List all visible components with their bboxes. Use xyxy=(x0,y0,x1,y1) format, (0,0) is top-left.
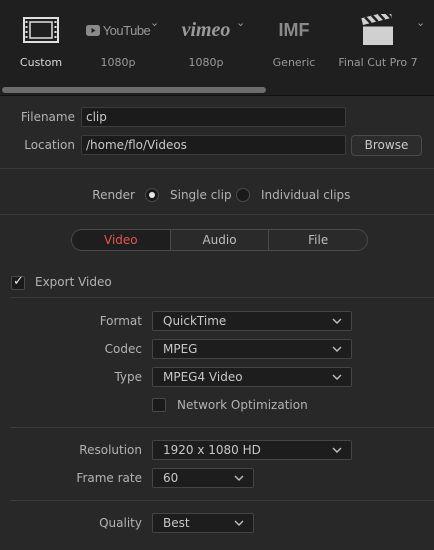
youtube-logo-icon: YouTube xyxy=(82,16,154,44)
type-value: MPEG4 Video xyxy=(163,370,243,384)
resolution-select[interactable]: 1920 x 1080 HD xyxy=(152,440,352,460)
divider xyxy=(10,427,434,428)
filename-field[interactable]: clip xyxy=(81,107,346,127)
quality-value: Best xyxy=(163,516,190,530)
frame-rate-label: Frame rate xyxy=(76,471,142,485)
chevron-down-icon xyxy=(234,520,244,526)
preset-label: 1080p xyxy=(188,56,224,69)
preset-custom[interactable]: Custom xyxy=(0,0,82,84)
frame-rate-value: 60 xyxy=(163,471,179,485)
chevron-down-icon xyxy=(332,374,342,380)
network-optimization-checkbox[interactable] xyxy=(152,398,166,412)
format-select[interactable]: QuickTime xyxy=(152,311,352,331)
preset-final-cut-pro-7[interactable]: Final Cut Pro 7 xyxy=(332,0,424,84)
type-label: Type xyxy=(114,370,142,384)
resolution-value: 1920 x 1080 HD xyxy=(163,443,261,457)
preset-scrollbar-thumb[interactable] xyxy=(2,87,266,93)
quality-label: Quality xyxy=(99,516,142,530)
export-video-checkbox[interactable] xyxy=(11,274,25,290)
film-strip-icon xyxy=(0,10,82,50)
individual-clips-label: Individual clips xyxy=(261,188,351,202)
vimeo-brand-text: vimeo xyxy=(181,18,231,41)
preset-label: 1080p xyxy=(100,56,136,69)
tab-audio[interactable]: Audio xyxy=(171,230,270,250)
youtube-brand-text: YouTube xyxy=(102,22,151,38)
chevron-down-icon xyxy=(332,447,342,453)
imf-brand-text: IMF xyxy=(278,19,310,40)
codec-value: MPEG xyxy=(163,342,198,356)
filename-label: Filename xyxy=(20,110,75,124)
resolution-label: Resolution xyxy=(79,443,142,457)
preset-bar: Custom YouTube 1080p ⌄ vimeo 1080p ⌄ IMF… xyxy=(0,0,434,84)
quality-select[interactable]: Best xyxy=(152,513,254,533)
single-clip-label: Single clip xyxy=(170,188,232,202)
chevron-down-icon[interactable]: ⌄ xyxy=(236,16,245,29)
network-optimization-label: Network Optimization xyxy=(177,398,308,412)
chevron-down-icon xyxy=(332,318,342,324)
chevron-down-icon[interactable]: ⌄ xyxy=(416,16,425,29)
preset-label: Final Cut Pro 7 xyxy=(338,56,418,69)
divider xyxy=(0,214,434,215)
settings-tabs: Video Audio File xyxy=(71,229,368,251)
tab-file[interactable]: File xyxy=(269,230,367,250)
chevron-down-icon xyxy=(332,346,342,352)
vimeo-logo-icon: vimeo xyxy=(166,14,246,46)
chevron-down-icon xyxy=(234,475,244,481)
chevron-down-icon[interactable]: ⌄ xyxy=(150,16,159,29)
preset-vimeo[interactable]: vimeo 1080p xyxy=(166,0,246,84)
divider xyxy=(10,500,434,501)
codec-select[interactable]: MPEG xyxy=(152,339,352,359)
render-label: Render xyxy=(92,188,135,202)
format-label: Format xyxy=(99,314,142,328)
browse-button[interactable]: Browse xyxy=(351,135,422,156)
codec-label: Codec xyxy=(104,342,142,356)
divider xyxy=(0,168,434,169)
clapperboard-icon xyxy=(332,10,424,50)
divider xyxy=(10,297,434,298)
preset-label: Custom xyxy=(19,56,63,69)
individual-clips-radio[interactable] xyxy=(236,188,250,202)
type-select[interactable]: MPEG4 Video xyxy=(152,367,352,387)
single-clip-radio[interactable] xyxy=(145,188,159,202)
preset-youtube[interactable]: YouTube 1080p xyxy=(82,0,154,84)
preset-imf[interactable]: IMF Generic xyxy=(256,0,332,84)
frame-rate-select[interactable]: 60 xyxy=(152,468,254,488)
format-value: QuickTime xyxy=(163,314,227,328)
preset-label: Generic xyxy=(272,56,316,69)
export-video-label: Export Video xyxy=(35,275,112,289)
tab-video[interactable]: Video xyxy=(72,230,171,250)
location-label: Location xyxy=(24,138,75,152)
imf-logo-icon: IMF xyxy=(256,14,332,46)
location-field[interactable]: /home/flo/Videos xyxy=(81,135,346,155)
